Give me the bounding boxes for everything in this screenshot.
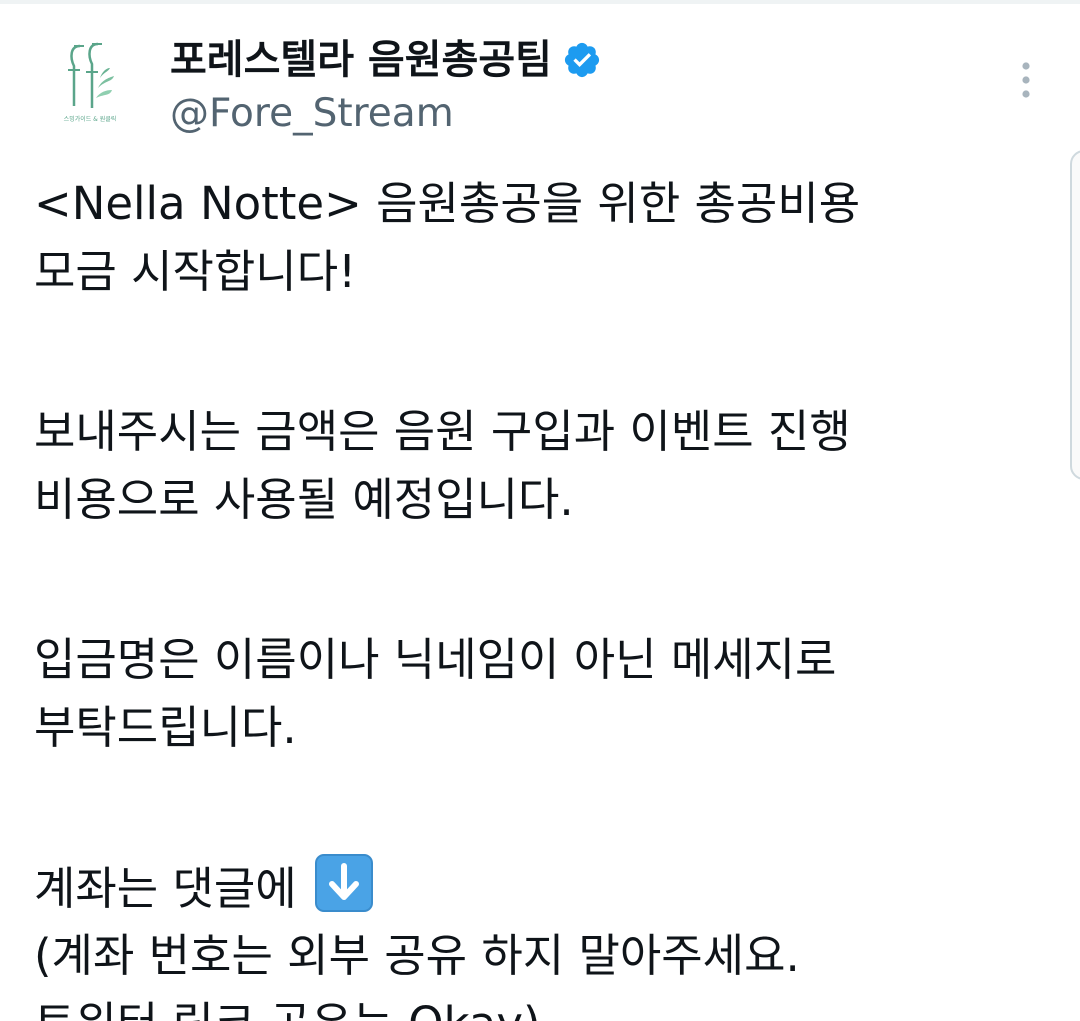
author-name-row[interactable]: 포레스텔라 음원총공팀 (170, 36, 602, 84)
author-display-name[interactable]: 포레스텔라 음원총공팀 (170, 36, 552, 84)
tweet-line: 모금 시작합니다! (34, 245, 357, 298)
more-vertical-icon (1022, 62, 1030, 98)
tweet-line: 비용으로 사용될 예정입니다. (34, 473, 574, 526)
tweet-line: 부탁드립니다. (34, 701, 297, 754)
tweet-line: 입금명은 이름이나 닉네임이 아닌 메세지로 (34, 633, 837, 686)
tweet-line-with-emoji: 계좌는 댓글에 (34, 854, 1064, 922)
avatar-logo (40, 28, 140, 128)
side-panel-edge (1070, 150, 1080, 480)
tweet-line: (계좌 번호는 외부 공유 하지 말아주세요. (34, 929, 800, 982)
more-options-button[interactable] (1006, 58, 1046, 102)
tweet-line: 보내주시는 금액은 음원 구입과 이벤트 진행 (34, 405, 851, 458)
down-arrow-emoji-icon (315, 854, 374, 912)
tweet-line: <Nella Notte> 음원총공을 위한 총공비용 (34, 177, 861, 230)
author-avatar[interactable]: 스밍가이드 & 원클릭 (40, 28, 140, 128)
tweet-line: 계좌는 댓글에 (34, 862, 297, 915)
author-handle[interactable]: @Fore_Stream (170, 90, 454, 138)
avatar-caption: 스밍가이드 & 원클릭 (63, 116, 117, 123)
tweet-body: <Nella Notte> 음원총공을 위한 총공비용 모금 시작합니다! 보내… (34, 170, 1064, 1021)
verified-badge-icon (562, 40, 602, 80)
top-divider (0, 0, 1080, 4)
tweet-line: 트위터 링크 공유는 Okay) (34, 990, 1064, 1021)
